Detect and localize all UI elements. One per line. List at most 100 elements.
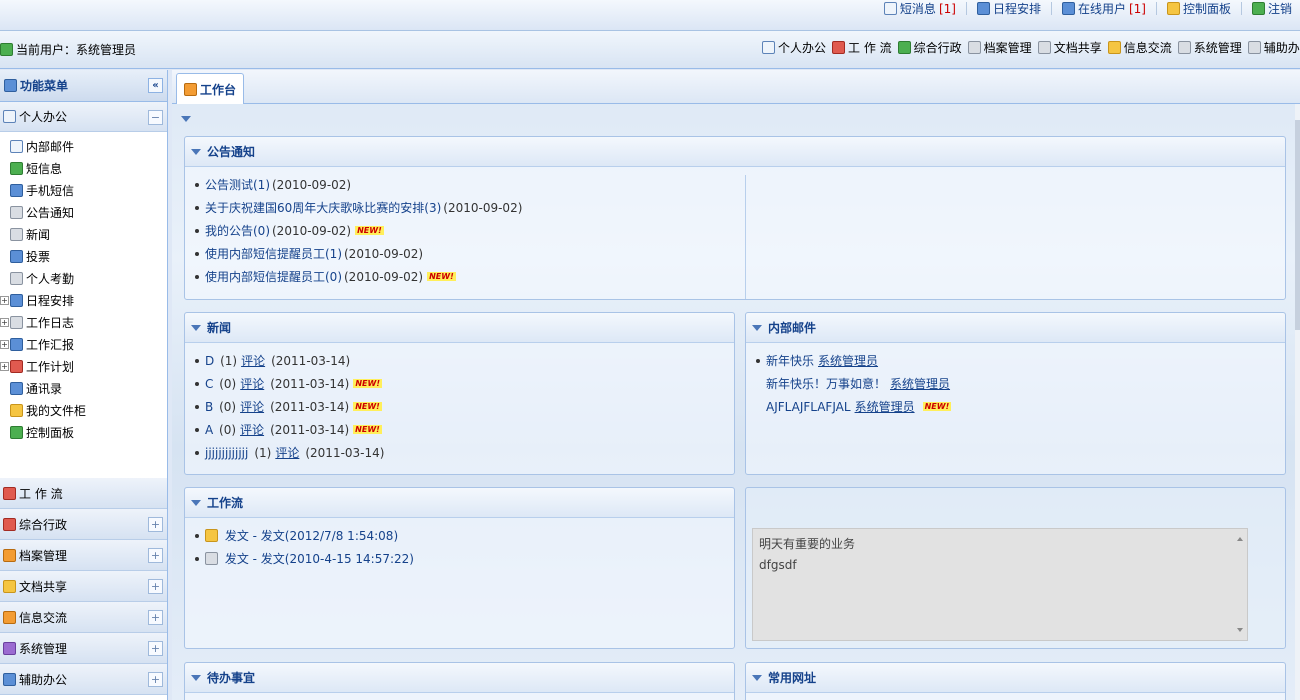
user-status-icon xyxy=(0,43,13,56)
list-item[interactable]: AJFLAJFLAFJAL 系统管理员 NEW! xyxy=(756,395,1285,418)
list-item[interactable]: D (1) 评论 (2011-03-14) xyxy=(195,349,734,372)
online-users-link[interactable]: 在线用户 [1] xyxy=(1061,0,1146,17)
collapse-triangle-icon[interactable] xyxy=(191,324,201,331)
workbench-collapse-toggle[interactable] xyxy=(181,116,191,122)
tab-workbench[interactable]: 工作台 xyxy=(176,73,244,104)
expand-toggle[interactable]: + xyxy=(0,361,9,371)
collapse-triangle-icon[interactable] xyxy=(191,148,201,155)
archive-icon xyxy=(967,41,981,54)
document-icon xyxy=(3,579,16,593)
comment-link[interactable]: 评论 xyxy=(240,398,264,415)
module-admin[interactable]: 综合行政 xyxy=(897,39,962,56)
tools-icon xyxy=(1247,41,1261,54)
section-expand-toggle[interactable]: + xyxy=(148,579,163,594)
portlet-memo: 明天有重要的业务 dfgsdf xyxy=(745,487,1286,649)
sidebar-section-admin[interactable]: 综合行政 + xyxy=(0,509,167,540)
divider xyxy=(965,2,967,15)
tree-item-file-cabinet[interactable]: 我的文件柜 xyxy=(0,399,167,421)
comment-link[interactable]: 评论 xyxy=(240,421,264,438)
list-item[interactable]: C (0) 评论 (2011-03-14) NEW! xyxy=(195,372,734,395)
chat-icon xyxy=(1107,41,1121,54)
chat-bubble-icon xyxy=(10,161,23,175)
memo-textarea[interactable]: 明天有重要的业务 dfgsdf xyxy=(752,528,1248,641)
collapse-triangle-icon[interactable] xyxy=(752,674,762,681)
collapse-triangle-icon[interactable] xyxy=(752,324,762,331)
tree-item-work-plan[interactable]: + 工作计划 xyxy=(0,355,167,377)
sidebar-section-document-share[interactable]: 文档共享 + xyxy=(0,571,167,602)
vote-icon xyxy=(10,249,23,263)
sidebar-section-assistant-office[interactable]: 辅助办公 + xyxy=(0,664,167,695)
tree-item-control-panel[interactable]: 控制面板 xyxy=(0,421,167,443)
tree-item-news[interactable]: 新闻 xyxy=(0,223,167,245)
divider xyxy=(1240,2,1242,15)
sidebar-section-personal-office[interactable]: 个人办公 − xyxy=(0,102,167,132)
tree-item-vote[interactable]: 投票 xyxy=(0,245,167,267)
collapse-triangle-icon[interactable] xyxy=(191,499,201,506)
tree-item-sms[interactable]: 手机短信 xyxy=(0,179,167,201)
module-info-exchange[interactable]: 信息交流 xyxy=(1107,39,1172,56)
schedule-link[interactable]: 日程安排 xyxy=(976,0,1041,17)
calendar-icon xyxy=(976,2,990,15)
memo-scrollbar[interactable] xyxy=(1233,529,1247,640)
section-collapse-toggle[interactable]: − xyxy=(148,110,163,125)
portlet-header: 内部邮件 xyxy=(746,313,1285,343)
list-item[interactable]: B (0) 评论 (2011-03-14) NEW! xyxy=(195,395,734,418)
module-archive[interactable]: 档案管理 xyxy=(967,39,1032,56)
section-expand-toggle[interactable]: + xyxy=(148,672,163,687)
list-item[interactable]: 发文 - 发文(2010-4-15 14:57:22) xyxy=(195,547,734,570)
comment-link[interactable]: 评论 xyxy=(240,375,264,392)
tools-icon xyxy=(3,641,16,655)
module-personal-office[interactable]: 个人办公 xyxy=(762,39,826,56)
list-item[interactable]: 新年快乐 系统管理员 xyxy=(756,349,1285,372)
expand-toggle[interactable]: + xyxy=(0,339,9,349)
sender-link[interactable]: 系统管理员 xyxy=(890,375,950,392)
mail-icon xyxy=(762,41,775,54)
sender-link[interactable]: 系统管理员 xyxy=(855,398,915,415)
page-scrollbar[interactable] xyxy=(1295,104,1300,700)
section-expand-toggle[interactable]: + xyxy=(148,517,163,532)
list-item[interactable]: A (0) 评论 (2011-03-14) NEW! xyxy=(195,418,734,441)
section-expand-toggle[interactable]: + xyxy=(148,641,163,656)
tree-item-work-log[interactable]: + 工作日志 xyxy=(0,311,167,333)
sidebar-section-workflow[interactable]: 工 作 流 xyxy=(0,478,167,509)
tree-item-announcement[interactable]: 公告通知 xyxy=(0,201,167,223)
sidebar-section-archive[interactable]: 档案管理 + xyxy=(0,540,167,571)
collapse-triangle-icon[interactable] xyxy=(191,674,201,681)
tree-item-schedule[interactable]: + 日程安排 xyxy=(0,289,167,311)
expand-toggle[interactable]: + xyxy=(0,317,9,327)
tree-item-work-report[interactable]: + 工作汇报 xyxy=(0,333,167,355)
short-message-link[interactable]: 短消息 [1] xyxy=(883,0,956,17)
module-document-share[interactable]: 文档共享 xyxy=(1037,39,1102,56)
tree-item-internal-mail[interactable]: 内部邮件 xyxy=(0,135,167,157)
tree-item-contacts[interactable]: 通讯录 xyxy=(0,377,167,399)
document-icon xyxy=(1037,41,1051,54)
online-users-count: [1] xyxy=(1128,1,1146,16)
logout-link[interactable]: 注销 xyxy=(1251,0,1292,17)
list-item[interactable]: 发文 - 发文(2012/7/8 1:54:08) xyxy=(195,524,734,547)
portlet-header: 新闻 xyxy=(185,313,734,343)
list-item[interactable]: jjjjjjjjjjjjj (1) 评论 (2011-03-14) xyxy=(195,441,734,464)
list-item[interactable]: 新年快乐！万事如意！ 系统管理员 xyxy=(756,372,1285,395)
section-expand-toggle[interactable]: + xyxy=(148,548,163,563)
module-assistant-office[interactable]: 辅助办公 xyxy=(1247,39,1300,56)
tree-item-short-message[interactable]: 短信息 xyxy=(0,157,167,179)
expand-toggle[interactable]: + xyxy=(0,295,9,305)
sender-link[interactable]: 系统管理员 xyxy=(818,352,878,369)
sidebar-collapse-button[interactable]: « xyxy=(148,78,163,93)
scroll-down-arrow-icon[interactable] xyxy=(1237,628,1243,632)
sidebar-section-info-exchange[interactable]: 信息交流 + xyxy=(0,602,167,633)
comment-link[interactable]: 评论 xyxy=(241,352,265,369)
scroll-up-arrow-icon[interactable] xyxy=(1237,537,1243,541)
tree-item-attendance[interactable]: 个人考勤 xyxy=(0,267,167,289)
section-expand-toggle[interactable]: + xyxy=(148,610,163,625)
form-icon xyxy=(832,41,846,54)
module-workflow[interactable]: 工 作 流 xyxy=(832,39,892,56)
scrollbar-thumb[interactable] xyxy=(1295,120,1300,330)
control-panel-link[interactable]: 控制面板 xyxy=(1166,0,1231,17)
people-icon xyxy=(3,672,16,686)
sidebar-section-system-admin[interactable]: 系统管理 + xyxy=(0,633,167,664)
module-system-admin[interactable]: 系统管理 xyxy=(1177,39,1242,56)
user-icon xyxy=(1061,2,1075,15)
news-list: D (1) 评论 (2011-03-14) C (0) 评论 (2011-03-14) N… xyxy=(185,343,734,464)
comment-link[interactable]: 评论 xyxy=(275,444,299,461)
